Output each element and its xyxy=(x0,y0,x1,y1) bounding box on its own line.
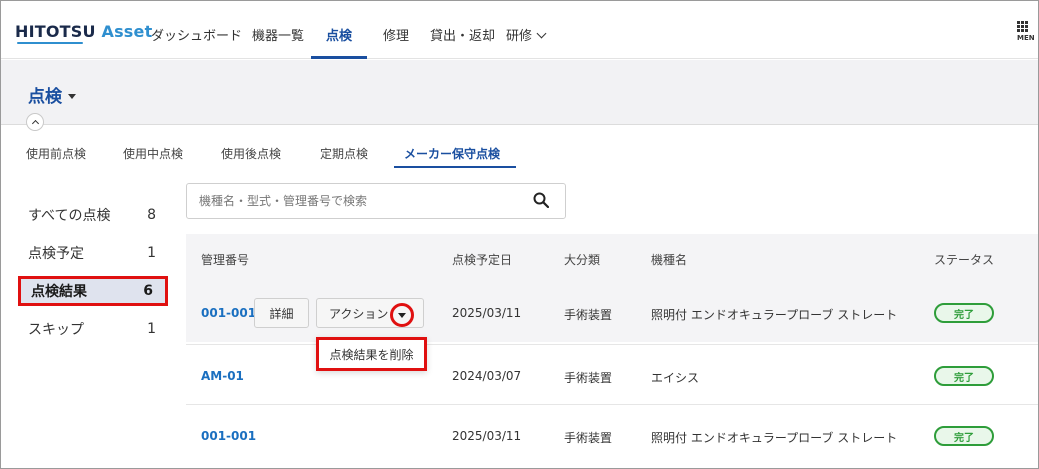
column-header-id[interactable]: 管理番号 xyxy=(201,251,249,268)
search-box xyxy=(186,183,566,219)
row-id-link[interactable]: 001-001 xyxy=(201,429,256,443)
page-header: 点検 xyxy=(1,60,1038,124)
sidebar-item-label: スキップ xyxy=(28,322,84,338)
sidebar-item-count: 8 xyxy=(147,207,156,223)
status-badge: 完了 xyxy=(934,303,994,323)
status-badge: 完了 xyxy=(934,426,994,446)
nav-inspection[interactable]: 点検 xyxy=(326,25,352,44)
search-icon[interactable] xyxy=(533,192,549,208)
tab-post-use[interactable]: 使用後点検 xyxy=(221,145,281,162)
nav-repair[interactable]: 修理 xyxy=(383,25,409,44)
sidebar-item-count: 6 xyxy=(143,283,153,299)
sidebar-item-results[interactable]: 点検結果 6 xyxy=(18,276,168,306)
grid-menu-icon xyxy=(1017,21,1037,32)
logo-underline xyxy=(17,42,83,44)
tab-pre-use[interactable]: 使用前点検 xyxy=(26,145,86,162)
page-title: 点検 xyxy=(28,87,62,107)
sidebar-item-label: すべての点検 xyxy=(28,208,111,224)
logo-accent-text: Asset xyxy=(101,22,153,41)
row-date: 2024/03/07 xyxy=(452,369,522,383)
row-category: 手術装置 xyxy=(564,371,613,385)
nav-dashboard[interactable]: ダッシュボード xyxy=(151,25,242,44)
sidebar-item-count: 1 xyxy=(147,321,156,337)
page-title-dropdown[interactable]: 点検 xyxy=(28,82,76,107)
table-row[interactable]: 001-001 2025/03/11 手術装置 照明付 エンドオキュラープローブ… xyxy=(186,404,1038,464)
detail-button[interactable]: 詳細 xyxy=(254,298,309,328)
row-model: 照明付 エンドオキュラープローブ ストレート xyxy=(651,431,898,445)
row-category: 手術装置 xyxy=(564,431,613,445)
caret-down-icon xyxy=(68,94,76,99)
row-model: 照明付 エンドオキュラープローブ ストレート xyxy=(651,308,898,322)
table-row[interactable]: AM-01 2024/03/07 手術装置 エイシス 完了 xyxy=(186,344,1038,404)
search-input[interactable] xyxy=(187,184,517,218)
row-id-link[interactable]: 001-001 xyxy=(201,306,256,320)
sidebar-item-count: 1 xyxy=(147,245,156,261)
column-header-status[interactable]: ステータス xyxy=(934,251,994,268)
app-window: HITOTSU Asset ダッシュボード 機器一覧 点検 修理 貸出・返却 研… xyxy=(0,0,1039,469)
chevron-down-icon xyxy=(536,28,547,39)
tab-maker-maintenance[interactable]: メーカー保守点検 xyxy=(404,145,500,162)
nav-active-indicator xyxy=(311,56,367,59)
nav-equipment-list[interactable]: 機器一覧 xyxy=(252,25,304,44)
inspection-table: 管理番号 点検予定日 大分類 機種名 ステータス 001-001 2025/03… xyxy=(186,234,1038,468)
row-date: 2025/03/11 xyxy=(452,306,522,320)
tab-periodic[interactable]: 定期点検 xyxy=(320,145,368,162)
nav-training-label: 研修 xyxy=(506,29,533,44)
row-date: 2025/03/11 xyxy=(452,429,522,443)
top-nav: HITOTSU Asset ダッシュボード 機器一覧 点検 修理 貸出・返却 研… xyxy=(1,1,1038,59)
logo-text: HITOTSU xyxy=(15,22,96,41)
tab-in-use[interactable]: 使用中点検 xyxy=(123,145,183,162)
row-category: 手術装置 xyxy=(564,308,613,322)
column-header-category[interactable]: 大分類 xyxy=(564,251,600,268)
sidebar-item-label: 点検予定 xyxy=(28,246,84,262)
action-menu: 点検結果を削除 xyxy=(316,337,427,371)
collapse-button[interactable] xyxy=(26,113,44,131)
table-row[interactable]: 001-001 2025/03/11 手術装置 照明付 エンドオキュラープローブ… xyxy=(186,282,1038,342)
divider xyxy=(1,124,1038,125)
row-id-link[interactable]: AM-01 xyxy=(201,369,244,383)
nav-training[interactable]: 研修 xyxy=(506,25,547,44)
column-header-date[interactable]: 点検予定日 xyxy=(452,251,512,268)
delete-result-menu-item[interactable]: 点検結果を削除 xyxy=(329,346,413,363)
nav-lending[interactable]: 貸出・返却 xyxy=(430,25,495,44)
sidebar-item-label: 点検結果 xyxy=(31,284,87,300)
sidebar-item-all[interactable]: すべての点検 8 xyxy=(18,200,168,230)
highlight-circle xyxy=(390,303,414,327)
status-badge: 完了 xyxy=(934,366,994,386)
column-header-model[interactable]: 機種名 xyxy=(651,251,687,268)
sidebar-item-scheduled[interactable]: 点検予定 1 xyxy=(18,238,168,268)
sidebar-item-skip[interactable]: スキップ 1 xyxy=(18,314,168,344)
menu-label: MEN xyxy=(1017,34,1035,42)
table-header: 管理番号 点検予定日 大分類 機種名 ステータス xyxy=(186,234,1038,282)
chevron-up-icon xyxy=(31,119,39,127)
logo[interactable]: HITOTSU Asset xyxy=(15,22,152,41)
tab-active-indicator xyxy=(394,166,516,168)
row-model: エイシス xyxy=(651,371,700,385)
app-menu-button[interactable]: MEN xyxy=(1017,21,1037,42)
